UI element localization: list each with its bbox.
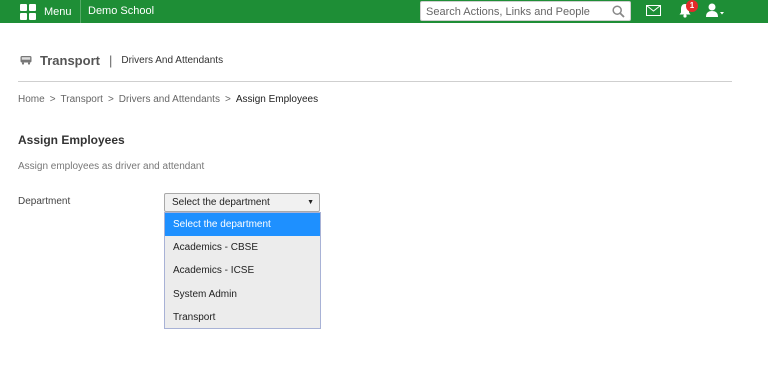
mail-icon[interactable]	[646, 5, 661, 16]
department-option[interactable]: Select the department	[165, 213, 320, 237]
section-title: Assign Employees	[18, 133, 125, 147]
topbar-divider	[80, 0, 81, 23]
department-option[interactable]: System Admin	[165, 283, 320, 306]
user-profile-icon[interactable]	[705, 3, 725, 18]
notification-badge: 1	[686, 0, 698, 12]
breadcrumb: Home > Transport > Drivers and Attendant…	[18, 94, 318, 105]
breadcrumb-separator: >	[49, 94, 56, 105]
top-navigation-bar: Menu Demo School 1	[0, 0, 768, 23]
page-title: Transport	[40, 52, 100, 68]
department-select[interactable]: Select the department ▼	[164, 193, 320, 212]
page-subtitle: Drivers And Attendants	[121, 54, 224, 66]
section-description: Assign employees as driver and attendant	[18, 161, 205, 172]
breadcrumb-transport[interactable]: Transport	[61, 94, 103, 105]
title-separator: |	[108, 52, 113, 68]
menu-label: Menu	[44, 5, 72, 18]
search-input[interactable]	[421, 3, 606, 21]
breadcrumb-separator: >	[224, 94, 231, 105]
bus-icon	[20, 56, 32, 65]
department-label: Department	[18, 196, 71, 207]
school-name-link[interactable]: Demo School	[88, 0, 154, 23]
search-icon[interactable]	[612, 5, 625, 18]
page-header: Transport | Drivers And Attendants	[20, 52, 223, 68]
department-option[interactable]: Academics - CBSE	[165, 236, 320, 259]
breadcrumb-home[interactable]: Home	[18, 94, 45, 105]
breadcrumb-current: Assign Employees	[235, 94, 319, 105]
breadcrumb-separator: >	[107, 94, 114, 105]
department-option[interactable]: Transport	[165, 306, 320, 329]
header-divider	[18, 81, 732, 82]
breadcrumb-drivers-attendants[interactable]: Drivers and Attendants	[119, 94, 220, 105]
department-dropdown-list: Select the department Academics - CBSE A…	[164, 212, 321, 329]
caret-down-icon: ▼	[307, 199, 314, 206]
apps-grid-icon	[20, 3, 36, 20]
department-option[interactable]: Academics - ICSE	[165, 259, 320, 282]
department-selected-value: Select the department	[172, 197, 270, 208]
menu-button[interactable]: Menu	[20, 0, 72, 23]
search-box	[420, 1, 631, 21]
